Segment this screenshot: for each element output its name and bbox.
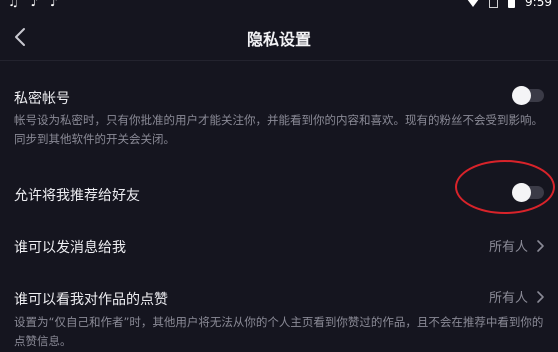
private-account-description: 帐号设为私密时，只有你批准的用户才能关注你，并能看到你的内容和喜欢。现有的粉丝不… <box>14 113 543 146</box>
status-time: 9:59 <box>525 0 552 9</box>
who-can-see-likes-value[interactable]: 所有人 <box>489 287 528 306</box>
status-indicators: 9:59 <box>467 0 552 9</box>
recommend-to-friends-title: 允许将我推荐给好友 <box>14 188 140 204</box>
who-can-see-likes-description: 设置为“仅自己和作者”时，其他用户将无法从你的个人主页看到你赞过的作品，且不会在… <box>14 315 544 348</box>
chevron-right-icon[interactable] <box>536 238 546 252</box>
sim-card-icon <box>489 0 499 8</box>
who-can-see-likes-title[interactable]: 谁可以看我对作品的点赞 <box>14 289 168 309</box>
wifi-icon <box>467 0 480 7</box>
notification-icons: ♫ ♪ ♪ <box>8 0 62 9</box>
chevron-right-icon[interactable] <box>536 289 546 303</box>
toggle-knob <box>512 183 531 202</box>
nav-bar: 隐私设置 <box>0 14 558 61</box>
battery-icon <box>508 0 516 8</box>
toggle-knob <box>512 86 531 105</box>
who-can-message-title[interactable]: 谁可以发消息给我 <box>14 237 126 257</box>
recommend-to-friends-toggle[interactable] <box>512 183 544 202</box>
status-bar: ♫ ♪ ♪ 9:59 <box>0 0 558 10</box>
private-account-toggle[interactable] <box>512 86 544 105</box>
who-can-message-value[interactable]: 所有人 <box>489 236 528 255</box>
private-account-title: 私密帐号 <box>14 91 70 107</box>
page-title: 隐私设置 <box>246 30 311 49</box>
